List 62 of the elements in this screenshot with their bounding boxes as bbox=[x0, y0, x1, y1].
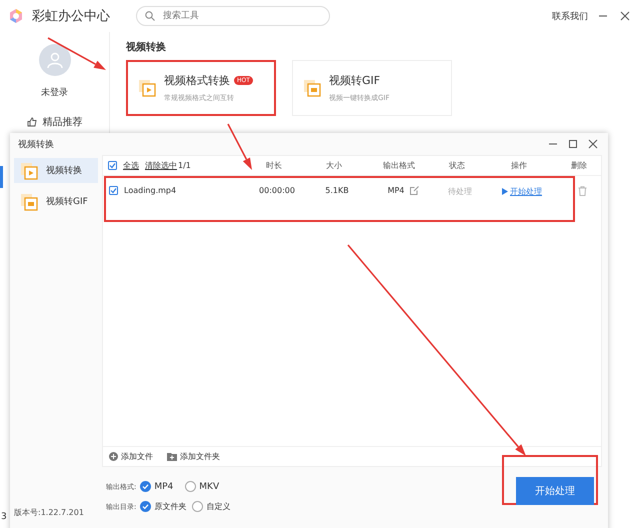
sidebar-tab[interactable]: 视频转换 bbox=[14, 158, 98, 183]
size-cell-text: 5.1KB bbox=[324, 186, 350, 195]
contact-link[interactable]: 联系我们 bbox=[552, 10, 588, 22]
select-all-link[interactable]: 全选 bbox=[123, 160, 139, 171]
annotation-arrow bbox=[48, 37, 106, 70]
column-header: 操作 bbox=[510, 160, 528, 171]
file-name: Loading.mp4 bbox=[124, 186, 176, 195]
radio-button[interactable] bbox=[192, 501, 204, 512]
thumbs-up-icon bbox=[26, 117, 36, 127]
gif-file-icon bbox=[20, 192, 38, 210]
add-file-button[interactable]: 添加文件 bbox=[109, 451, 153, 462]
format-option[interactable]: MP4 bbox=[140, 481, 174, 492]
play-icon bbox=[502, 188, 508, 195]
checkbox[interactable] bbox=[109, 186, 118, 195]
search-field[interactable]: 搜索工具 bbox=[136, 6, 330, 26]
video-file-icon bbox=[138, 79, 156, 97]
column-header: 大小 bbox=[325, 160, 343, 171]
version-text: 版本号:1.22.7.201 bbox=[14, 507, 85, 518]
dialog-title: 视频转换 bbox=[18, 138, 54, 150]
search-input[interactable]: 搜索工具 bbox=[161, 10, 311, 22]
format-cell: MP4 bbox=[388, 186, 404, 195]
close-button[interactable] bbox=[586, 137, 600, 151]
format-option[interactable]: MKV bbox=[185, 481, 220, 492]
avatar[interactable] bbox=[38, 44, 70, 76]
duration-cell-text: 00:00:00 bbox=[258, 186, 296, 195]
status-cell-text: 待处理 bbox=[447, 186, 473, 197]
search-icon bbox=[145, 11, 155, 21]
edit-icon[interactable] bbox=[410, 186, 420, 195]
radio-button[interactable] bbox=[140, 481, 152, 492]
folder-plus-icon bbox=[167, 452, 177, 461]
start-button[interactable]: 开始处理 bbox=[516, 477, 594, 505]
checkbox[interactable] bbox=[108, 161, 117, 170]
column-header: 删除 bbox=[570, 160, 588, 171]
directory-option[interactable]: 自定义 bbox=[192, 501, 230, 512]
video-file-icon bbox=[20, 162, 38, 180]
directory-option[interactable]: 原文件夹 bbox=[140, 501, 186, 512]
column-header: 输出格式 bbox=[382, 160, 416, 171]
selection-indicator bbox=[0, 166, 3, 188]
section-title: 视频转换 bbox=[126, 40, 167, 54]
maximize-icon bbox=[568, 139, 578, 149]
close-icon bbox=[620, 11, 630, 21]
clear-selection-link[interactable]: 清除选中 bbox=[145, 160, 177, 171]
close-icon bbox=[588, 139, 598, 149]
column-header: 时长 bbox=[265, 160, 283, 171]
add-folder-button[interactable]: 添加文件夹 bbox=[167, 451, 220, 462]
login-status: 未登录 bbox=[41, 86, 68, 99]
radio-button[interactable] bbox=[185, 481, 196, 492]
selection-count: 1/1 bbox=[178, 161, 191, 170]
tool-name: 视频转GIF bbox=[329, 73, 382, 88]
annotation-arrow bbox=[227, 124, 252, 170]
gif-file-icon bbox=[303, 79, 321, 97]
app-title: 彩虹办公中心 bbox=[32, 8, 111, 25]
version-text: 3 bbox=[1, 512, 7, 522]
column-header: 状态 bbox=[448, 160, 466, 171]
start-link[interactable]: 开始处理 bbox=[482, 186, 562, 197]
maximize-button[interactable] bbox=[566, 137, 580, 151]
plus-circle-icon bbox=[109, 452, 118, 461]
radio-button[interactable] bbox=[140, 501, 152, 512]
close-button[interactable] bbox=[618, 9, 632, 23]
logo-icon bbox=[8, 8, 24, 24]
sidebar-tab[interactable]: 视频转GIF bbox=[14, 189, 98, 214]
sidebar-item[interactable]: 精品推荐 bbox=[22, 113, 86, 131]
